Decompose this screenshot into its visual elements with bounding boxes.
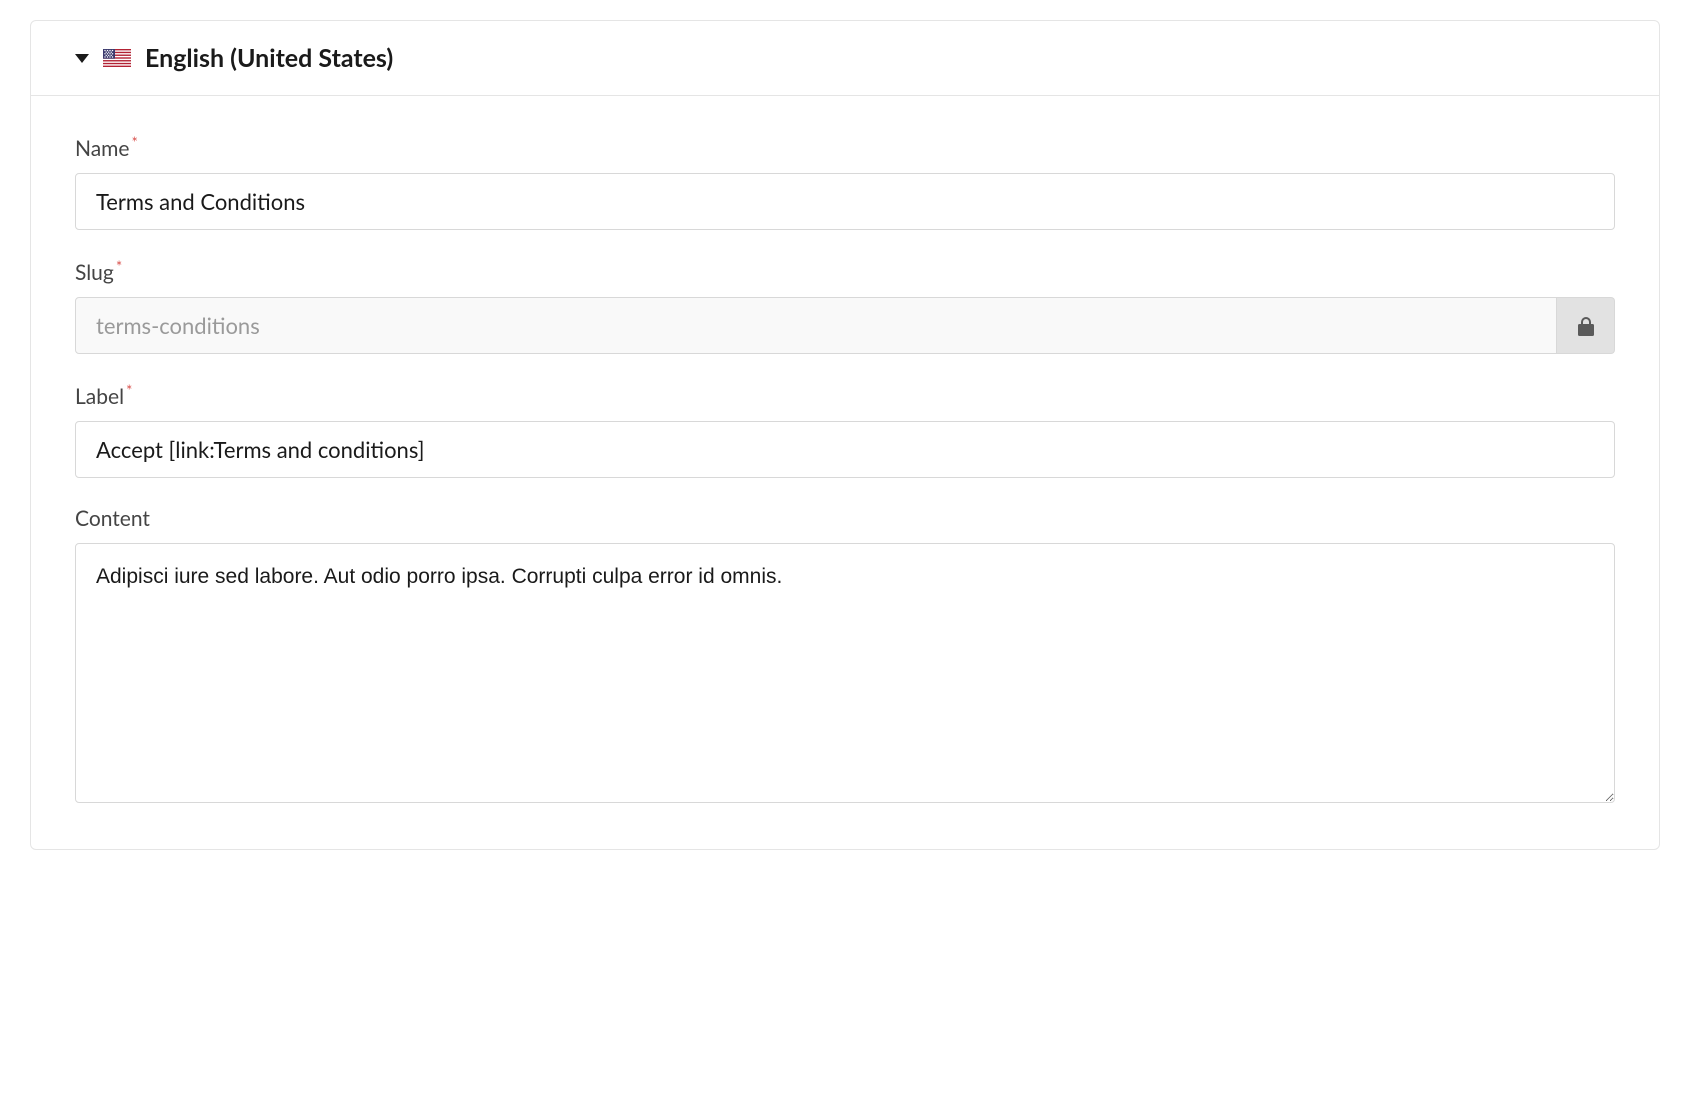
us-flag-icon <box>103 49 131 67</box>
field-group-label: Label* <box>75 382 1615 478</box>
content-label: Content <box>75 506 1615 531</box>
slug-lock-addon[interactable] <box>1557 297 1615 354</box>
panel-header[interactable]: English (United States) <box>31 21 1659 96</box>
slug-input-group <box>75 297 1615 354</box>
slug-input <box>75 297 1557 354</box>
content-textarea[interactable] <box>75 543 1615 803</box>
content-label-text: Content <box>75 506 150 531</box>
locale-panel: English (United States) Name* Slug* <box>30 20 1660 850</box>
label-input[interactable] <box>75 421 1615 478</box>
field-group-name: Name* <box>75 134 1615 230</box>
name-label-text: Name <box>75 136 130 161</box>
required-asterisk: * <box>116 258 122 276</box>
chevron-down-icon <box>75 54 89 63</box>
slug-label-text: Slug <box>75 260 114 285</box>
required-asterisk: * <box>132 134 138 152</box>
name-label: Name* <box>75 134 1615 161</box>
panel-title: English (United States) <box>145 43 393 73</box>
label-field-label: Label* <box>75 382 1615 409</box>
lock-icon <box>1577 316 1595 336</box>
name-input[interactable] <box>75 173 1615 230</box>
required-asterisk: * <box>126 382 132 400</box>
slug-label: Slug* <box>75 258 1615 285</box>
field-group-content: Content <box>75 506 1615 807</box>
label-field-label-text: Label <box>75 384 124 409</box>
field-group-slug: Slug* <box>75 258 1615 354</box>
panel-body: Name* Slug* Label* <box>31 96 1659 849</box>
